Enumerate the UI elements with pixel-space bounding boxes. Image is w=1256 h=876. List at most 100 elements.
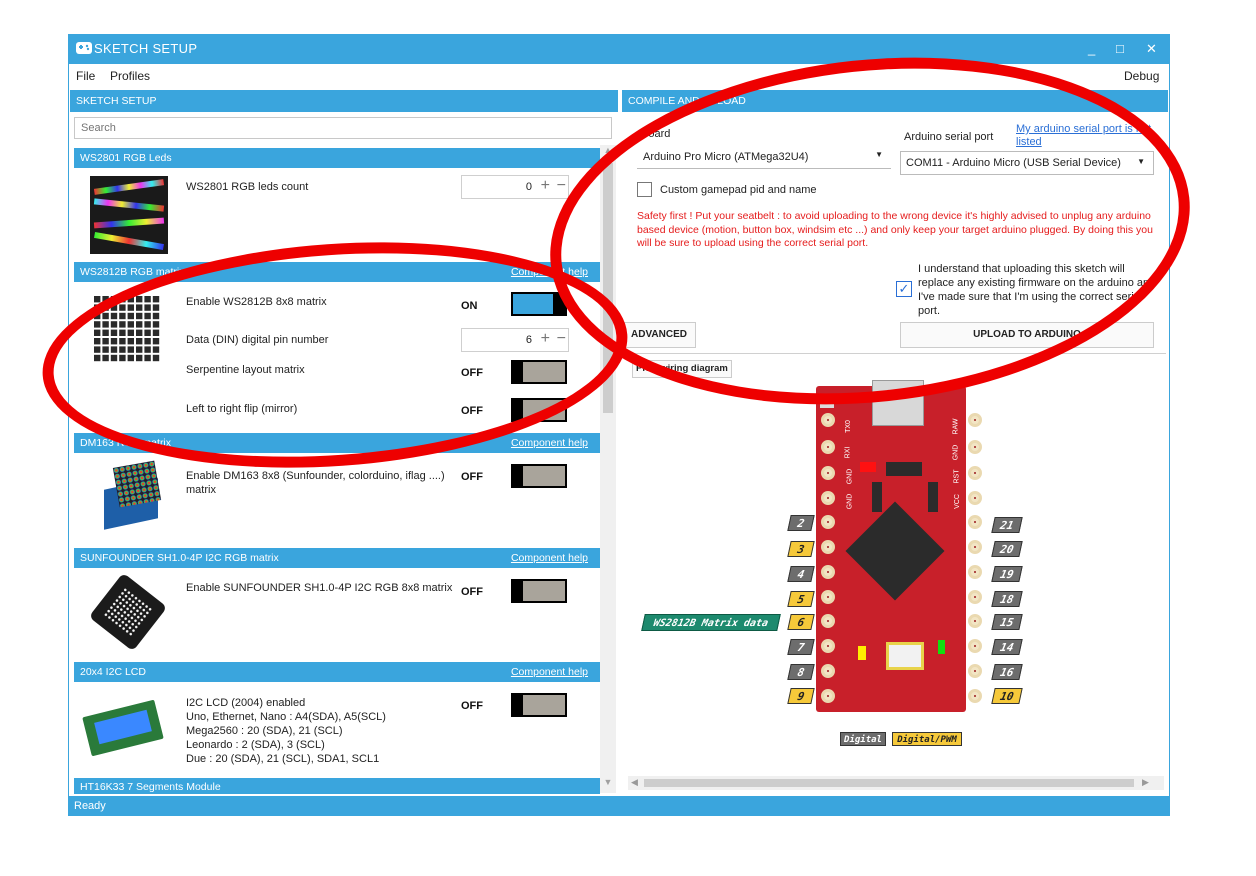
arduino-board: J1 (816, 380, 966, 712)
lcd-line-3: Mega2560 : 20 (SDA), 21 (SCL) (186, 725, 343, 737)
pin-hole (821, 689, 835, 703)
status-bar: Ready (68, 796, 1170, 816)
component (872, 482, 882, 512)
lcd-line-2: Uno, Ethernet, Nano : A4(SDA), A5(SCL) (186, 711, 386, 723)
led-green (938, 640, 945, 654)
pin-hole (968, 413, 982, 427)
lcd-help-link[interactable]: Component help (511, 662, 588, 682)
legend-digital-pwm: Digital/PWM (892, 732, 962, 746)
pin-tag-4: 4 (787, 566, 815, 582)
pin-tag-5: 5 (787, 591, 815, 607)
window-title: SKETCH SETUP (94, 41, 198, 56)
search-input[interactable] (74, 117, 612, 139)
ws2801-title: WS2801 RGB Leds (80, 152, 172, 164)
lcd-state: OFF (461, 700, 483, 712)
dm163-enable-label: Enable DM163 8x8 (Sunfounder, colorduino… (186, 470, 445, 496)
lcd-line-4: Leonardo : 2 (SDA), 3 (SCL) (186, 739, 325, 751)
board-label-rxi: RXI (844, 446, 852, 459)
pin-hole (821, 565, 835, 579)
pin-tag-10: 10 (991, 688, 1023, 704)
chip-small (886, 462, 922, 476)
pin-tag-18: 18 (991, 591, 1023, 607)
dm163-board-image (96, 460, 166, 530)
board-label-gnd-1: GND (846, 468, 854, 485)
sunfounder-title: SUNFOUNDER SH1.0-4P I2C RGB matrix (80, 552, 279, 564)
pin-hole (821, 590, 835, 604)
pin-tag-21: 21 (991, 517, 1023, 533)
dm163-help-link[interactable]: Component help (511, 433, 588, 453)
plus-icon[interactable]: + (541, 177, 550, 195)
sunfounder-enable-label: Enable SUNFOUNDER SH1.0-4P I2C RGB 8x8 m… (186, 582, 453, 594)
board-label-gnd-2: GND (846, 493, 854, 510)
reset-button (886, 642, 924, 670)
close-button[interactable]: ✕ (1146, 41, 1157, 57)
right-horizontal-scrollbar[interactable]: ◀ ▶ (628, 776, 1164, 790)
horizontal-scroll-thumb[interactable] (644, 779, 1134, 787)
sketch-setup-header: SKETCH SETUP (70, 90, 618, 112)
pin-hole (821, 614, 835, 628)
sunfounder-matrix-image (88, 572, 168, 652)
ws2801-strip-image (90, 176, 168, 254)
sunfounder-help-link[interactable]: Component help (511, 548, 588, 568)
ws2801-count-value: 0 (525, 181, 532, 193)
maximize-button[interactable]: □ (1116, 41, 1124, 56)
scroll-left-arrow-icon[interactable]: ◀ (631, 777, 638, 788)
minimize-button[interactable]: _ (1088, 41, 1095, 56)
sunfounder-enable-state: OFF (461, 586, 483, 598)
ht16k33-title: HT16K33 7 Segments Module (80, 781, 221, 793)
pin-hole (821, 413, 835, 427)
ws2801-count-stepper[interactable]: 0 + − (461, 175, 569, 199)
pin-hole (821, 639, 835, 653)
pin-tag-16: 16 (991, 664, 1023, 680)
sunfounder-enable-toggle[interactable] (511, 579, 567, 603)
lcd-section-header: 20x4 I2C LCD Component help (74, 662, 600, 682)
ht16k33-section-header: HT16K33 7 Segments Module (74, 778, 600, 794)
pin-tag-9: 9 (787, 688, 815, 704)
ws2801-section-header: WS2801 RGB Leds (74, 148, 600, 168)
board-label-vcc: VCC (953, 494, 961, 509)
pin-hole (821, 440, 835, 454)
sunfounder-section-header: SUNFOUNDER SH1.0-4P I2C RGB matrix Compo… (74, 548, 600, 568)
pin-hole (968, 614, 982, 628)
led-cell (94, 296, 101, 303)
pin-hole (821, 491, 835, 505)
title-bar[interactable]: SKETCH SETUP _ □ ✕ (68, 34, 1170, 64)
lcd-title: 20x4 I2C LCD (80, 666, 146, 678)
pin-tag-8: 8 (787, 664, 815, 680)
ws2801-count-label: WS2801 RGB leds count (186, 181, 309, 193)
pin-hole (968, 590, 982, 604)
pin-tag-6: 6 (787, 614, 815, 630)
pin-hole (968, 491, 982, 505)
dm163-enable-toggle[interactable] (511, 464, 567, 488)
status-text: Ready (74, 800, 106, 812)
lcd-line-5: Due : 20 (SDA), 21 (SCL), SDA1, SCL1 (186, 753, 380, 765)
pin-tag-7: 7 (787, 639, 815, 655)
board-label-raw: RAW (952, 418, 960, 435)
pin-hole (968, 440, 982, 454)
menu-file[interactable]: File (76, 69, 95, 83)
board-label-gnd-3: GND (952, 444, 960, 461)
scroll-right-arrow-icon[interactable]: ▶ (1142, 777, 1149, 788)
pin-hole (968, 565, 982, 579)
scroll-down-arrow-icon[interactable]: ▼ (600, 777, 616, 791)
ws2812-wiring-tag: WS2812B Matrix data (641, 614, 781, 631)
pin-tag-19: 19 (991, 566, 1023, 582)
pin-hole (821, 664, 835, 678)
lcd-enable-toggle[interactable] (511, 693, 567, 717)
pin-hole (821, 515, 835, 529)
lcd-module-image (82, 698, 170, 758)
atmega-chip (845, 501, 945, 601)
menu-debug[interactable]: Debug (1124, 69, 1159, 83)
lcd-line-1: I2C LCD (2004) enabled (186, 697, 306, 709)
pin-tag-14: 14 (991, 639, 1023, 655)
board-label-rst: RST (953, 469, 961, 484)
gamepad-icon (76, 42, 92, 54)
menu-profiles[interactable]: Profiles (110, 69, 150, 83)
dm163-enable-state: OFF (461, 471, 483, 483)
pin-hole (968, 515, 982, 529)
pin-hole (968, 639, 982, 653)
minus-icon[interactable]: − (557, 177, 566, 195)
pin-tag-2: 2 (787, 515, 815, 531)
component (928, 482, 938, 512)
led-yellow (858, 646, 866, 660)
